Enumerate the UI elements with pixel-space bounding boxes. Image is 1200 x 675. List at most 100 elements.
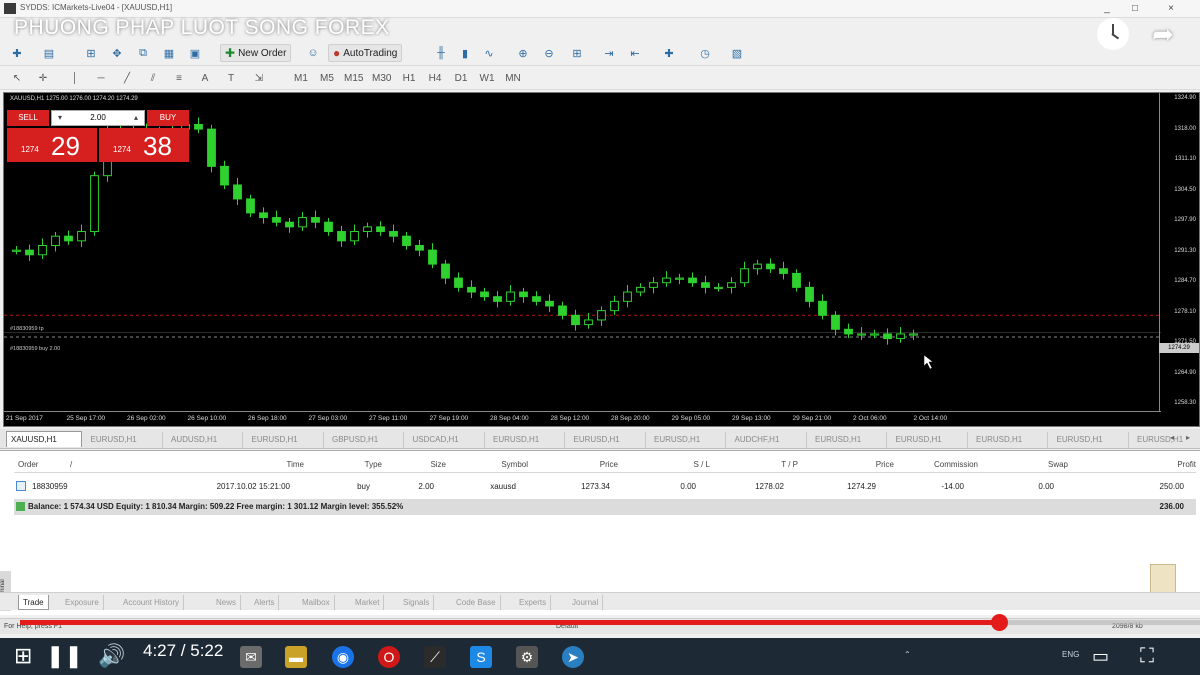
terminal-tab-code-base[interactable]: Code Base xyxy=(452,595,501,610)
autoscroll-icon[interactable]: ⇤ xyxy=(626,44,644,62)
bar-chart-icon[interactable]: ╫ xyxy=(432,44,450,62)
tray-language[interactable]: ENG xyxy=(1062,650,1079,659)
chrome-icon[interactable]: ◉ xyxy=(332,646,354,668)
zoom-out-icon[interactable]: ⊖ xyxy=(540,44,558,62)
terminal-tab-account-history[interactable]: Account History xyxy=(119,595,185,610)
chart-tab[interactable]: EURUSD,H1 xyxy=(650,432,726,448)
terminal-icon[interactable]: ▦ xyxy=(160,44,178,62)
price-scale[interactable]: 1274.29 1324.90 1318.00 1311.10 1304.50 1297… xyxy=(1159,93,1199,411)
new-chart-icon[interactable]: ✚ xyxy=(8,44,26,62)
chart-tab[interactable]: EURUSD,H1 xyxy=(811,432,887,448)
new-order-button[interactable]: ✚ New Order xyxy=(220,44,292,62)
label-icon[interactable]: T xyxy=(222,69,240,87)
clock-icon[interactable] xyxy=(1097,18,1129,50)
chart-tab[interactable]: USDCAD,H1 xyxy=(409,432,485,448)
terminal-tab-mailbox[interactable]: Mailbox xyxy=(298,595,335,610)
expert-icon[interactable]: ☺ xyxy=(304,44,322,62)
video-progress-bar[interactable] xyxy=(20,614,1200,631)
chart-window[interactable]: XAUUSD,H1 1275.00 1276.00 1274.20 1274.2… xyxy=(3,92,1200,427)
profiles-icon[interactable]: ▤ xyxy=(40,44,58,62)
trendline-icon[interactable]: ╱ xyxy=(118,69,136,87)
volume-icon[interactable]: 🔊 xyxy=(98,642,125,670)
settings-gear-icon[interactable]: ⚙ xyxy=(516,646,538,668)
telegram-icon[interactable]: ➤ xyxy=(562,646,584,668)
chart-shift-icon[interactable]: ⇥ xyxy=(600,44,618,62)
pause-icon[interactable]: ❚❚ xyxy=(46,642,83,670)
sell-button[interactable]: SELL xyxy=(7,110,49,126)
channel-icon[interactable]: ⫽ xyxy=(144,69,162,87)
chart-tab[interactable]: AUDCHF,H1 xyxy=(731,432,807,448)
column-header[interactable]: Time xyxy=(234,460,304,469)
subtitles-icon[interactable]: ▭ xyxy=(1092,642,1109,670)
column-header[interactable]: Price xyxy=(554,460,618,469)
opera-icon[interactable]: O xyxy=(378,646,400,668)
windows-start-icon[interactable]: ⊞ xyxy=(14,642,32,670)
fibonacci-icon[interactable]: ≡ xyxy=(170,69,188,87)
skype-icon[interactable]: S xyxy=(470,646,492,668)
chart-tab[interactable]: EURUSD,H1 xyxy=(570,432,646,448)
timeframe-m5[interactable]: M5 xyxy=(318,69,336,87)
periods-icon[interactable]: ◷ xyxy=(696,44,714,62)
templates-icon[interactable]: ▧ xyxy=(728,44,746,62)
terminal-tab-market[interactable]: Market xyxy=(351,595,385,610)
terminal-tab-trade[interactable]: Trade xyxy=(18,595,49,610)
share-arrow-icon[interactable]: ➦ xyxy=(1147,20,1179,52)
terminal-tab-alerts[interactable]: Alerts xyxy=(250,595,280,610)
column-header[interactable]: S / L xyxy=(644,460,710,469)
column-header[interactable]: Swap xyxy=(1004,460,1068,469)
chart-tab[interactable]: AUDUSD,H1 xyxy=(167,432,243,448)
horizontal-line-icon[interactable]: ─ xyxy=(92,69,110,87)
chart-tab[interactable]: EURUSD,H1 xyxy=(87,432,163,448)
arrows-icon[interactable]: ⇲ xyxy=(250,69,268,87)
terminal-tab-signals[interactable]: Signals xyxy=(399,595,435,610)
lot-size-input[interactable]: ▾ 2.00 ▴ xyxy=(51,110,145,126)
lot-increase-icon[interactable]: ▴ xyxy=(130,111,142,125)
market-watch-icon[interactable]: ⊞ xyxy=(82,44,100,62)
crosshair-icon[interactable]: ✛ xyxy=(34,69,52,87)
chart-tab[interactable]: EURUSD,H1 xyxy=(489,432,565,448)
chart-tab[interactable]: GBPUSD,H1 xyxy=(328,432,404,448)
terminal-tab-experts[interactable]: Experts xyxy=(515,595,552,610)
table-row[interactable]: 18830959 2017.10.02 15:21:00 buy 2.00 xa… xyxy=(14,479,1196,495)
column-header[interactable]: Price xyxy=(824,460,894,469)
mail-icon[interactable]: ✉ xyxy=(240,646,262,668)
zoom-in-icon[interactable]: ⊕ xyxy=(514,44,532,62)
column-header[interactable]: Profit xyxy=(1124,460,1196,469)
column-header[interactable]: Commission xyxy=(894,460,978,469)
cursor-icon[interactable]: ↖ xyxy=(8,69,26,87)
timeframe-m1[interactable]: M1 xyxy=(292,69,310,87)
close-button[interactable]: × xyxy=(1160,1,1182,16)
strategy-tester-icon[interactable]: ▣ xyxy=(186,44,204,62)
terminal-tab-exposure[interactable]: Exposure xyxy=(61,595,104,610)
timeframe-mn[interactable]: MN xyxy=(504,69,522,87)
chart-tab[interactable]: EURUSD,H1 xyxy=(248,432,324,448)
timeframe-h4[interactable]: H4 xyxy=(426,69,444,87)
auto-trading-button[interactable]: ● AutoTrading xyxy=(328,44,403,62)
lot-decrease-icon[interactable]: ▾ xyxy=(54,111,66,125)
timeframe-m30[interactable]: M30 xyxy=(372,69,391,87)
buy-quote[interactable]: 1274 38 xyxy=(99,128,189,162)
terminal-tab-journal[interactable]: Journal xyxy=(568,595,604,610)
chart-tab[interactable]: EURUSD,H1 xyxy=(972,432,1048,448)
timeframe-d1[interactable]: D1 xyxy=(452,69,470,87)
timeframe-h1[interactable]: H1 xyxy=(400,69,418,87)
navigator-icon[interactable]: ✥ xyxy=(108,44,126,62)
vertical-line-icon[interactable]: │ xyxy=(66,69,84,87)
tile-windows-icon[interactable]: ⊞ xyxy=(568,44,586,62)
timeframe-w1[interactable]: W1 xyxy=(478,69,496,87)
sell-quote[interactable]: 1274 29 xyxy=(7,128,97,162)
fullscreen-icon[interactable]: ⛶ xyxy=(1140,642,1154,670)
time-axis[interactable]: 21 Sep 2017 25 Sep 17:00 26 Sep 02:00 26 Se… xyxy=(4,411,1161,427)
candle-chart-icon[interactable]: ▮ xyxy=(456,44,474,62)
indicators-icon[interactable]: ✚ xyxy=(660,44,678,62)
terminal-tab-news[interactable]: News xyxy=(212,595,242,610)
text-icon[interactable]: A xyxy=(196,69,214,87)
chart-tab[interactable]: EURUSD,H1 xyxy=(892,432,968,448)
minimize-button[interactable]: _ xyxy=(1096,1,1118,16)
tabs-next-icon[interactable]: ▸ xyxy=(1186,433,1190,442)
column-header[interactable]: / xyxy=(70,460,72,469)
column-header[interactable]: Order xyxy=(18,460,38,469)
maximize-button[interactable]: □ xyxy=(1124,1,1146,16)
tray-chevron-icon[interactable]: ⌃ xyxy=(904,650,911,659)
column-header[interactable]: T / P xyxy=(734,460,798,469)
